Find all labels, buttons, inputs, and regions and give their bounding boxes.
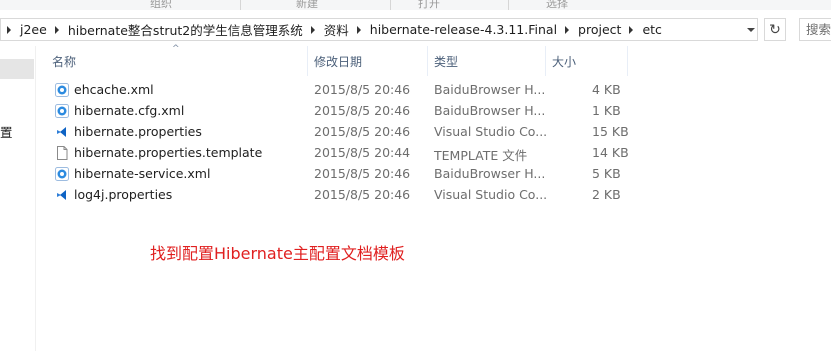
file-date: 2015/8/5 20:46 xyxy=(314,82,411,97)
file-type: BaiduBrowser H... xyxy=(434,82,546,97)
file-size: 1 KB xyxy=(592,103,621,118)
file-row[interactable]: ehcache.xml 2015/8/5 20:46 BaiduBrowser … xyxy=(52,80,628,101)
file-row[interactable]: hibernate.cfg.xml 2015/8/5 20:46 BaiduBr… xyxy=(52,101,628,122)
file-size: 15 KB xyxy=(592,124,629,139)
breadcrumb-project[interactable]: project xyxy=(575,22,624,37)
file-date: 2015/8/5 20:44 xyxy=(314,145,411,160)
column-header-type-label: 类型 xyxy=(434,54,459,69)
breadcrumb-materials[interactable]: 资料 xyxy=(321,20,352,39)
file-type: BaiduBrowser H... xyxy=(434,103,546,118)
chevron-right-icon[interactable] xyxy=(54,25,59,34)
refresh-icon: ↻ xyxy=(769,21,781,38)
annotation-note: 找到配置Hibernate主配置文档模板 xyxy=(150,244,405,263)
address-bar[interactable]: j2ee hibernate整合strut2的学生信息管理系统 资料 hiber… xyxy=(0,18,758,41)
chevron-down-icon xyxy=(747,27,755,32)
file-row[interactable]: hibernate.properties.template 2015/8/5 2… xyxy=(52,143,629,164)
file-name: hibernate.properties.template xyxy=(74,145,263,160)
refresh-button[interactable]: ↻ xyxy=(764,18,786,41)
chevron-right-icon[interactable] xyxy=(565,25,570,34)
column-header-size[interactable]: 大小 xyxy=(552,46,626,76)
file-type: BaiduBrowser H... xyxy=(434,166,546,181)
visual-studio-code-icon xyxy=(57,127,66,137)
file-date: 2015/8/5 20:46 xyxy=(314,187,411,202)
chevron-right-icon[interactable] xyxy=(356,25,361,34)
baidu-browser-html-icon xyxy=(55,167,69,181)
file-type: Visual Studio Co... xyxy=(434,187,548,202)
file-size: 4 KB xyxy=(592,82,621,97)
file-size: 5 KB xyxy=(592,166,621,181)
nav-selected-item[interactable] xyxy=(0,59,34,79)
breadcrumb-hibernate-release[interactable]: hibernate-release-4.3.11.Final xyxy=(367,22,560,37)
file-name: hibernate.cfg.xml xyxy=(74,103,185,118)
baidu-browser-html-icon xyxy=(55,83,69,97)
file-type: TEMPLATE 文件 xyxy=(434,148,528,163)
file-size: 2 KB xyxy=(592,187,621,202)
address-history-dropdown[interactable] xyxy=(743,18,759,41)
file-date: 2015/8/5 20:46 xyxy=(314,166,411,181)
file-date: 2015/8/5 20:46 xyxy=(314,103,411,118)
breadcrumb-project-folder[interactable]: hibernate整合strut2的学生信息管理系统 xyxy=(65,20,306,39)
blank-file-icon xyxy=(57,146,68,160)
visual-studio-code-icon xyxy=(57,190,66,200)
column-header-name-label: 名称 xyxy=(52,54,77,69)
breadcrumb-etc[interactable]: etc xyxy=(639,22,664,37)
file-name: ehcache.xml xyxy=(74,82,154,97)
column-header-name[interactable]: 名称 xyxy=(52,46,306,76)
search-input[interactable]: 搜索 xyxy=(799,18,831,41)
column-header-date-label: 修改日期 xyxy=(314,54,363,69)
nav-item-label[interactable]: 置 xyxy=(0,122,13,141)
file-size: 14 KB xyxy=(592,145,629,160)
baidu-browser-html-icon xyxy=(55,104,69,118)
file-row[interactable]: hibernate.properties 2015/8/5 20:46 Visu… xyxy=(52,122,629,143)
file-type: Visual Studio Co... xyxy=(434,124,548,139)
column-header-date[interactable]: 修改日期 xyxy=(314,46,426,76)
chevron-right-icon[interactable] xyxy=(310,25,315,34)
column-header-type[interactable]: 类型 xyxy=(434,46,544,76)
column-header-size-label: 大小 xyxy=(552,54,577,69)
address-row: j2ee hibernate整合strut2的学生信息管理系统 资料 hiber… xyxy=(0,10,831,46)
file-name: hibernate-service.xml xyxy=(74,166,211,181)
file-row[interactable]: log4j.properties 2015/8/5 20:46 Visual S… xyxy=(52,185,628,206)
file-row[interactable]: hibernate-service.xml 2015/8/5 20:46 Bai… xyxy=(52,164,628,185)
file-date: 2015/8/5 20:46 xyxy=(314,124,411,139)
file-name: hibernate.properties xyxy=(74,124,202,139)
chevron-right-icon[interactable] xyxy=(7,25,11,34)
file-name: log4j.properties xyxy=(74,187,173,202)
chevron-right-icon[interactable] xyxy=(629,25,634,34)
navigation-pane: 置 xyxy=(0,46,36,351)
breadcrumb-j2ee[interactable]: j2ee xyxy=(17,22,50,37)
